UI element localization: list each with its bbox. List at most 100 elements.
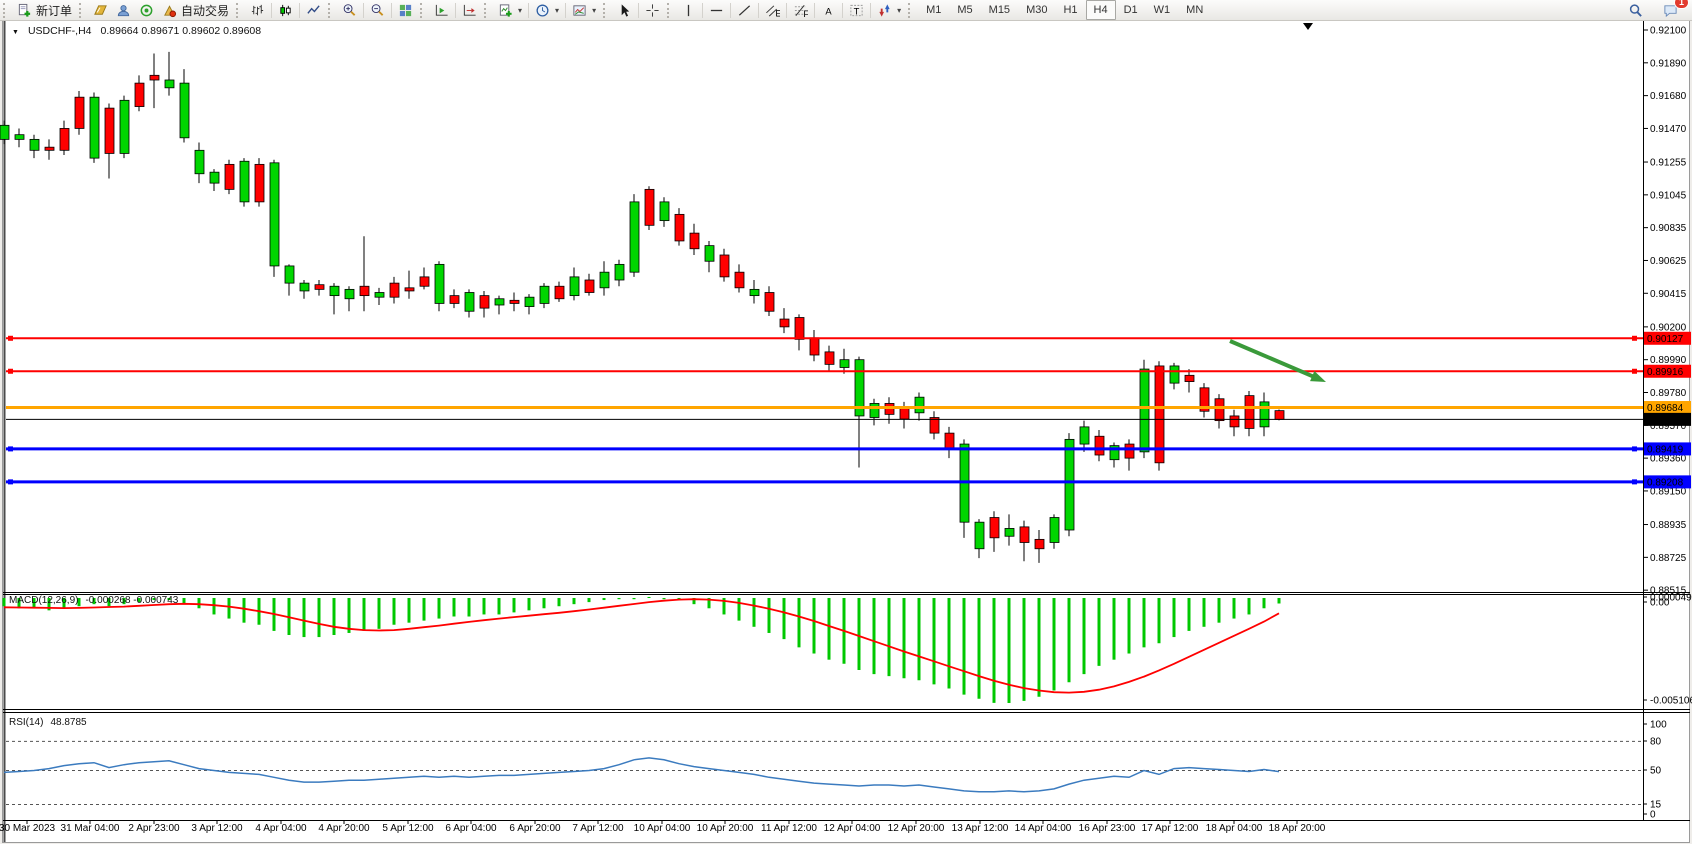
- equidistant-channel-icon: E: [765, 3, 780, 18]
- horizontal-line-button[interactable]: [705, 0, 728, 20]
- price-tag-label: 0.89419: [1647, 444, 1684, 455]
- tf-d1-button-label: D1: [1124, 4, 1138, 16]
- chart-shift-button[interactable]: [458, 0, 481, 20]
- equidistant-channel-button[interactable]: E: [761, 0, 784, 20]
- candle: [510, 300, 519, 303]
- tf-m1-button[interactable]: M1: [918, 0, 949, 20]
- line-chart-icon: [306, 3, 321, 18]
- candle: [525, 297, 534, 306]
- toolbar-grip: [3, 3, 9, 18]
- toolbar-separator: [786, 3, 787, 18]
- line-handle[interactable]: [1632, 479, 1637, 484]
- candle: [75, 97, 84, 128]
- line-handle[interactable]: [1632, 336, 1637, 341]
- line-handle[interactable]: [8, 336, 13, 341]
- y-tick-label: 0.91680: [1650, 91, 1687, 102]
- dropdown-caret-icon[interactable]: ▾: [518, 6, 522, 15]
- candle: [465, 293, 474, 312]
- fibonacci-button[interactable]: F: [789, 0, 812, 20]
- toolbar-grip: [79, 3, 85, 18]
- crosshair-button[interactable]: [641, 0, 664, 20]
- indicators-button[interactable]: ▾: [494, 0, 526, 20]
- candle: [570, 277, 579, 296]
- tf-m5-button-label: M5: [957, 4, 972, 16]
- time-label: 10 Apr 04:00: [634, 823, 691, 834]
- tf-h1-button[interactable]: H1: [1055, 0, 1085, 20]
- toolbar-group-objects: EF A T ▾: [664, 0, 905, 20]
- candle: [420, 277, 429, 286]
- candle: [1275, 411, 1284, 420]
- profile-button[interactable]: [112, 0, 135, 20]
- tf-m15-button[interactable]: M15: [981, 0, 1018, 20]
- candle: [690, 233, 699, 249]
- time-label: 13 Apr 12:00: [952, 823, 1009, 834]
- chat-button[interactable]: 1: [1659, 0, 1682, 20]
- bar-chart-icon: [250, 3, 265, 18]
- candle: [615, 264, 624, 280]
- community-button[interactable]: [135, 0, 158, 20]
- tf-d1-button[interactable]: D1: [1116, 0, 1146, 20]
- text-button[interactable]: A: [817, 0, 840, 20]
- templates-icon: [572, 3, 587, 18]
- toolbar-grip: [908, 3, 914, 18]
- templates-button[interactable]: ▾: [568, 0, 600, 20]
- line-handle[interactable]: [8, 479, 13, 484]
- periods-icon: [535, 3, 550, 18]
- time-label: 30 Mar 2023: [0, 823, 56, 834]
- tf-w1-button-label: W1: [1154, 4, 1171, 16]
- tf-h4-button[interactable]: H4: [1086, 0, 1116, 20]
- time-label: 14 Apr 04:00: [1015, 823, 1072, 834]
- candle: [1005, 528, 1014, 536]
- dropdown-caret-icon[interactable]: ▾: [897, 6, 901, 15]
- text-label-icon: T: [849, 3, 864, 18]
- tf-m30-button[interactable]: M30: [1018, 0, 1055, 20]
- periods-button[interactable]: ▾: [531, 0, 563, 20]
- vertical-line-button[interactable]: [677, 0, 700, 20]
- dropdown-caret-icon[interactable]: ▾: [555, 6, 559, 15]
- new-order-button[interactable]: 新订单: [13, 0, 76, 20]
- symbol-marker-icon: [12, 25, 19, 37]
- chart-canvas[interactable]: 0.921000.918900.916800.914700.912550.910…: [0, 0, 1692, 844]
- tf-mn-button[interactable]: MN: [1178, 0, 1211, 20]
- auto-scroll-button[interactable]: [430, 0, 453, 20]
- horizontal-line-icon: [709, 3, 724, 18]
- candle: [105, 108, 114, 153]
- rsi-value: 48.8785: [50, 717, 86, 728]
- candle: [1095, 436, 1104, 455]
- arrows-button[interactable]: ▾: [873, 0, 905, 20]
- charts-gold-icon: [93, 3, 108, 18]
- tf-m5-button[interactable]: M5: [949, 0, 980, 20]
- autotrading-button[interactable]: 自动交易: [158, 0, 233, 20]
- trendline-button[interactable]: [733, 0, 756, 20]
- candle: [1035, 539, 1044, 548]
- text-label-button[interactable]: T: [845, 0, 868, 20]
- tf-w1-button[interactable]: W1: [1146, 0, 1179, 20]
- y-tick-label: 0.92100: [1650, 26, 1687, 37]
- line-handle[interactable]: [1632, 446, 1637, 451]
- zoom-out-button[interactable]: [366, 0, 389, 20]
- toolbar-group-cursor: [600, 0, 664, 20]
- dropdown-caret-icon[interactable]: ▾: [592, 6, 596, 15]
- bar-chart-button[interactable]: [246, 0, 269, 20]
- line-handle[interactable]: [8, 369, 13, 374]
- cursor-button[interactable]: [613, 0, 636, 20]
- candlestick-button[interactable]: [274, 0, 297, 20]
- text-icon: A: [821, 3, 836, 18]
- toolbar-separator: [299, 3, 300, 18]
- zoom-in-icon: [342, 3, 357, 18]
- line-handle[interactable]: [1632, 369, 1637, 374]
- tf-m1-button-label: M1: [926, 4, 941, 16]
- zoom-in-button[interactable]: [338, 0, 361, 20]
- time-label: 12 Apr 04:00: [824, 823, 881, 834]
- price-tag-label: 0.89608: [1647, 415, 1684, 426]
- line-chart-button[interactable]: [302, 0, 325, 20]
- line-handle[interactable]: [8, 446, 13, 451]
- candle: [900, 408, 909, 419]
- charts-button[interactable]: [89, 0, 112, 20]
- toolbar-grip: [667, 3, 673, 18]
- search-button[interactable]: [1624, 0, 1647, 20]
- svg-text:A: A: [825, 6, 832, 16]
- fibonacci-icon: F: [793, 3, 808, 18]
- tile-windows-button[interactable]: [394, 0, 417, 20]
- candle: [1020, 527, 1029, 543]
